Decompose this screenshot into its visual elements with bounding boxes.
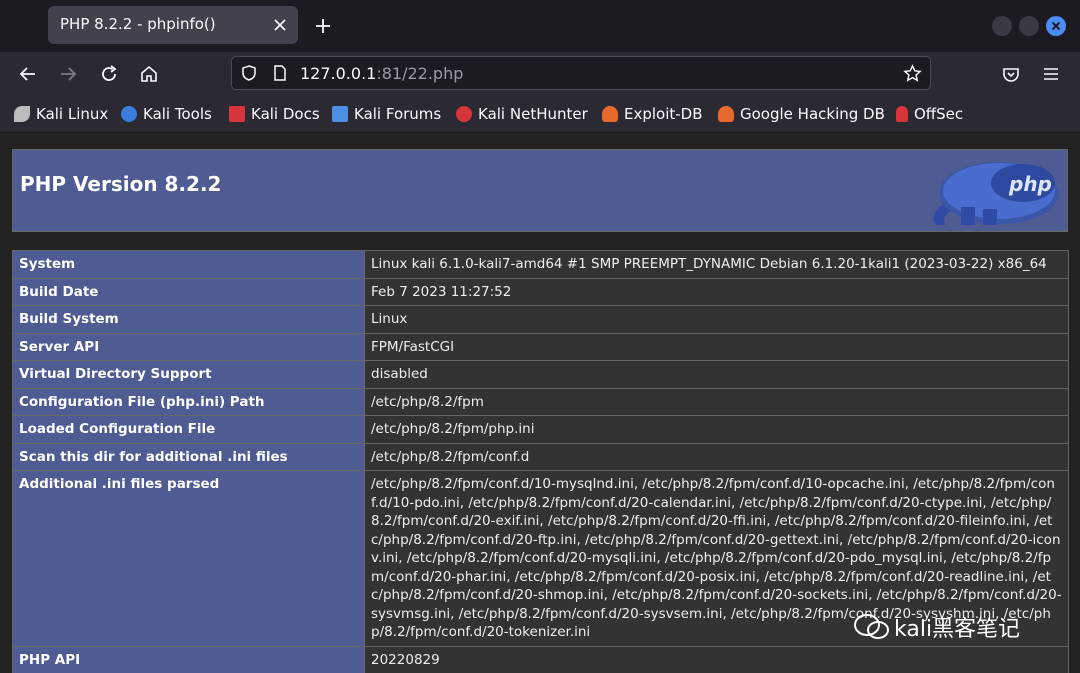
watermark-text: kali黑客笔记 [894,617,1021,642]
back-arrow-icon[interactable] [18,64,38,84]
nethunter-icon [456,106,472,122]
row-key: Scan this dir for additional .ini files [12,442,365,471]
row-value: 20220829 [364,645,1069,673]
table-row: Loaded Configuration File/etc/php/8.2/fp… [12,415,1069,444]
ghdb-icon [718,106,734,122]
table-row: Build Date Feb 7 2023 11:27:52 [12,277,1069,306]
phpinfo-table-body: System Linux kali 6.1.0-kali7-amd64 #1 SM… [12,250,1069,673]
bookmarks-toolbar: Kali Linux Kali Tools Kali Docs Kali For… [0,96,1080,133]
row-key: Additional .ini files parsed [12,470,365,647]
row-value: /etc/php/8.2/fpm/php.ini [364,415,1069,444]
page-icon[interactable] [272,64,288,82]
row-value: Linux [364,305,1069,334]
row-key: System [12,250,365,279]
pocket-icon[interactable] [1001,64,1021,84]
row-value: /etc/php/8.2/fpm [364,387,1069,416]
url-host: 127.0.0.1 [300,64,377,83]
row-key: Build System [12,305,365,334]
row-key: PHP API [12,645,365,673]
table-row: Virtual Directory Support disabled [12,360,1069,389]
bookmark-kali-nethunter[interactable]: Kali NetHunter [456,104,588,124]
home-icon[interactable] [139,64,159,84]
new-tab-icon[interactable] [312,15,334,37]
phpinfo-header: PHP Version 8.2.2 php [12,149,1068,232]
bookmark-exploit-db[interactable]: Exploit-DB [602,104,703,124]
bookmark-google-hacking-db[interactable]: Google Hacking DB [718,104,885,124]
phpinfo-table: System Linux kali 6.1.0-kali7-amd64 #1 SM… [12,250,1069,673]
reload-icon[interactable] [99,64,119,84]
bookmark-offsec[interactable]: OffSec [896,104,963,124]
row-key: Build Date [12,277,365,306]
page-title: PHP Version 8.2.2 [20,172,222,196]
row-key: Virtual Directory Support [12,360,365,389]
bookmark-label: OffSec [914,105,964,123]
wechat-icon [854,614,889,639]
kali-tools-icon [121,106,137,122]
table-row: Server API FPM/FastCGI [12,332,1069,361]
bookmark-kali-tools[interactable]: Kali Tools [121,104,212,124]
row-value: Feb 7 2023 11:27:52 [364,277,1069,306]
close-window-button[interactable] [1046,16,1066,36]
bookmark-kali-forums[interactable]: Kali Forums [332,104,441,124]
bookmark-kali-docs[interactable]: Kali Docs [229,104,320,124]
bookmark-label: Kali Tools [143,105,212,123]
browser-titlebar: PHP 8.2.2 - phpinfo() [0,0,1080,52]
bookmark-label: Kali Linux [36,105,109,123]
url-text[interactable]: 127.0.0.1:81/22.php [300,64,463,83]
offsec-icon [896,106,908,122]
close-window-icon [1051,21,1061,31]
bookmark-label: Kali Docs [251,105,320,123]
bookmark-star-icon[interactable] [903,64,922,83]
row-value: Linux kali 6.1.0-kali7-amd64 #1 SMP PREE… [364,250,1069,279]
menu-icon[interactable] [1041,64,1061,84]
row-value: FPM/FastCGI [364,332,1069,361]
address-bar[interactable]: 127.0.0.1:81/22.php [231,56,931,90]
bookmark-label: Google Hacking DB [740,105,885,123]
browser-tab[interactable]: PHP 8.2.2 - phpinfo() [48,6,298,44]
kali-dragon-icon [14,106,30,122]
bookmark-label: Kali Forums [354,105,442,123]
table-row: Configuration File (php.ini) Path/etc/ph… [12,387,1069,416]
kali-docs-icon [229,106,245,122]
url-path: :81/22.php [376,64,464,83]
page-content: PHP Version 8.2.2 php System Linux kali 6… [0,133,1080,673]
forward-arrow-icon[interactable] [58,64,78,84]
close-tab-icon[interactable] [272,17,288,33]
row-value: disabled [364,360,1069,389]
tab-title: PHP 8.2.2 - phpinfo() [60,15,216,33]
bookmark-label: Exploit-DB [624,105,703,123]
minimize-button[interactable] [992,16,1012,36]
logo-text: php [1008,172,1052,196]
row-key: Loaded Configuration File [12,415,365,444]
maximize-button[interactable] [1019,16,1039,36]
row-key: Configuration File (php.ini) Path [12,387,365,416]
table-row: Scan this dir for additional .ini files /… [12,442,1069,471]
watermark: kali黑客笔记 [852,611,1020,643]
table-row: System Linux kali 6.1.0-kali7-amd64 #1 SM… [12,250,1069,279]
table-row: PHP API 20220829 [12,645,1069,673]
bookmark-label: Kali NetHunter [478,105,588,123]
table-row: Build System Linux [12,305,1069,334]
php-elephant-logo-icon[interactable]: php [923,155,1061,227]
row-key: Server API [12,332,365,361]
exploit-db-icon [602,106,618,122]
shield-icon[interactable] [240,64,258,82]
row-value: /etc/php/8.2/fpm/conf.d [364,442,1069,471]
kali-forums-icon [332,106,348,122]
bookmark-kali-linux[interactable]: Kali Linux [14,104,108,124]
